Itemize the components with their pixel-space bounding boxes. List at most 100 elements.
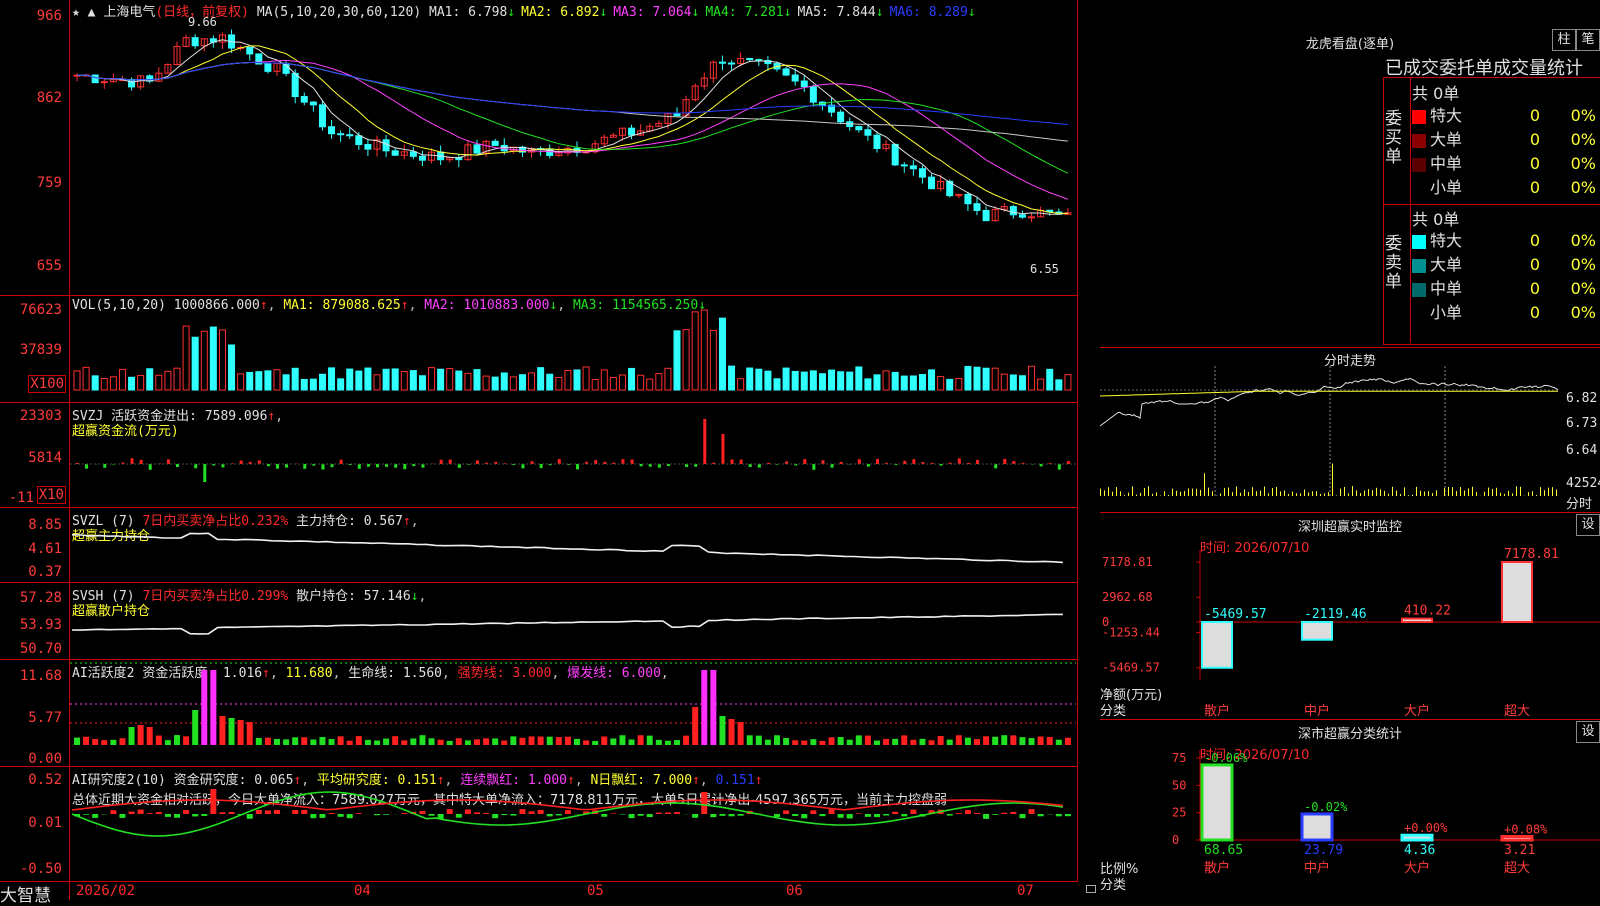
activity-bar xyxy=(165,740,171,745)
activity-bar xyxy=(174,735,180,745)
activity-bar xyxy=(1038,737,1044,745)
volume-bar xyxy=(747,368,753,390)
activity-bar xyxy=(1019,737,1025,745)
research-bar xyxy=(819,814,825,816)
intraday-vol-bar xyxy=(1404,487,1405,496)
research-bar xyxy=(92,814,98,818)
volume-bar xyxy=(1010,375,1016,390)
research-bar xyxy=(356,813,362,814)
intraday-chart[interactable] xyxy=(1100,366,1600,516)
activity-bar xyxy=(729,719,735,745)
activity-bar xyxy=(583,740,589,745)
activity-bar xyxy=(556,737,562,745)
research-bar xyxy=(210,789,216,814)
stat-row: 特大00% xyxy=(1412,229,1600,253)
candle xyxy=(729,63,735,64)
stat2-bar xyxy=(1402,835,1432,840)
stat-row-percent: 0% xyxy=(1552,229,1596,253)
activity-bar xyxy=(592,741,598,745)
stat-row-name: 中单 xyxy=(1430,154,1462,173)
activity-bar xyxy=(656,740,662,745)
monitor-category: 大户 xyxy=(1404,703,1430,719)
research-bar xyxy=(1029,809,1035,814)
intraday-tick: 6.82 xyxy=(1566,391,1597,406)
intraday-vol-bar xyxy=(1284,490,1285,496)
stat-row-count: 0 xyxy=(1512,104,1540,128)
monitor-tick: 2962.68 xyxy=(1102,590,1153,604)
research-bar xyxy=(947,814,953,816)
monitor-xlabel: 分类 xyxy=(1100,700,1126,719)
flow-bar xyxy=(321,464,324,469)
candle xyxy=(801,81,807,87)
flow-bar xyxy=(103,464,106,468)
activity-bar xyxy=(883,739,889,745)
activity-bar xyxy=(801,741,807,745)
research-bar xyxy=(701,792,707,814)
candle xyxy=(965,194,971,203)
flow-bar xyxy=(876,459,879,464)
research-bar xyxy=(738,814,744,816)
activity-bar xyxy=(919,739,925,745)
research-bar xyxy=(874,814,880,817)
ma-line-10 xyxy=(77,46,1068,214)
candle xyxy=(265,64,271,71)
candlestick-chart[interactable] xyxy=(0,0,1078,296)
stat-row-percent: 0% xyxy=(1552,301,1596,325)
buy-total: 共 0单 xyxy=(1412,80,1459,104)
intraday-vol-bar xyxy=(1120,491,1121,496)
stat2-frame xyxy=(1100,719,1600,720)
intraday-vol-bar xyxy=(1548,488,1549,496)
date-label: 2026/02 xyxy=(76,883,135,899)
stat-row-count: 0 xyxy=(1512,229,1540,253)
activity-bar xyxy=(92,739,98,745)
research-line-red xyxy=(72,800,1063,810)
activity-bar xyxy=(665,741,671,745)
volume-bar xyxy=(329,368,335,390)
intraday-vol-bar xyxy=(1376,488,1377,496)
sell-side-label: 委卖单 xyxy=(1385,235,1407,292)
candle xyxy=(392,151,398,155)
activity-bar xyxy=(429,738,435,745)
intraday-vol-bar xyxy=(1420,491,1421,496)
activity-bar xyxy=(910,740,916,745)
research-bar xyxy=(719,814,725,816)
tick-mode-button[interactable]: 笔 xyxy=(1576,29,1600,51)
volume-bar xyxy=(147,369,153,390)
brand-logo[interactable]: 大智慧 xyxy=(0,881,51,906)
research-bar xyxy=(601,814,607,817)
research-bar xyxy=(692,814,698,818)
intraday-vol-bar xyxy=(1124,495,1125,496)
research-bar xyxy=(856,813,862,814)
research-bar xyxy=(965,810,971,814)
volume-bar xyxy=(883,371,889,390)
volume-bar xyxy=(910,376,916,390)
research-bar xyxy=(847,814,853,818)
stat2-tick: 50 xyxy=(1172,778,1186,792)
ma-line-60 xyxy=(77,63,1068,142)
activity-bar xyxy=(110,740,116,745)
flow-bar xyxy=(285,464,288,468)
intraday-vol-bar xyxy=(1472,487,1473,496)
research-bar xyxy=(783,810,789,814)
monitor-bar xyxy=(1502,562,1532,622)
ai2-chart xyxy=(0,766,1078,882)
low-label: 6.55 xyxy=(1030,262,1059,276)
bar-mode-button[interactable]: 柱 xyxy=(1552,29,1576,51)
activity-bar xyxy=(847,740,853,745)
candle xyxy=(338,134,344,135)
research-bar xyxy=(465,809,471,814)
candle xyxy=(329,127,335,134)
stat-row: 特大00% xyxy=(1412,104,1600,128)
intraday-vol-bar xyxy=(1156,492,1157,496)
intraday-vol-bar xyxy=(1316,491,1317,496)
candle xyxy=(865,130,871,135)
intraday-vol-bar xyxy=(1272,488,1273,496)
flow-bar xyxy=(140,460,143,464)
stat2-category: 大户 xyxy=(1404,860,1430,876)
volume-bar xyxy=(1047,369,1053,390)
monitor-value: 7178.81 xyxy=(1504,547,1559,562)
volume-bar xyxy=(129,377,135,390)
volume-bar xyxy=(547,374,553,390)
intraday-vol-bar xyxy=(1448,487,1449,496)
research-bar xyxy=(138,810,144,814)
